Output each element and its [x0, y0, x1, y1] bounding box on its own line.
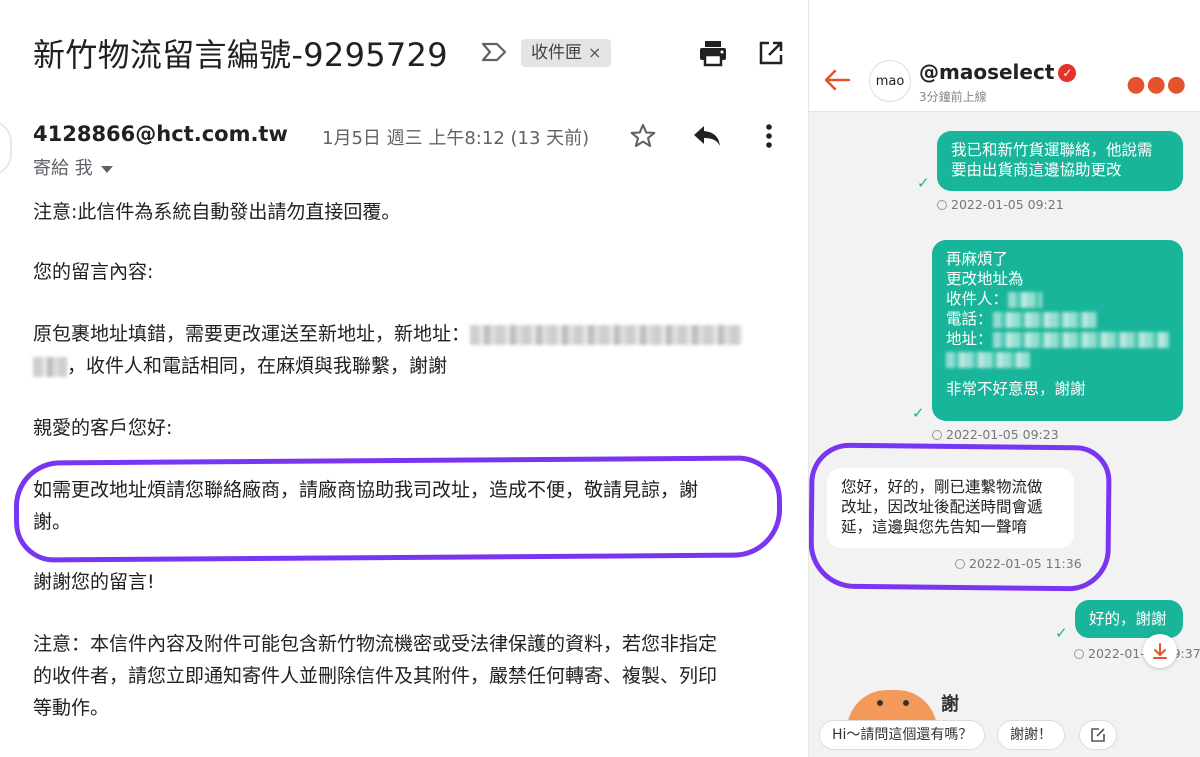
- redacted-name: [1008, 291, 1043, 308]
- sender-avatar-edge: [0, 120, 12, 176]
- email-body-heading: 您的留言內容:: [33, 261, 154, 283]
- field-label: 地址：: [946, 330, 993, 348]
- redacted-address-end: [33, 356, 67, 377]
- email-body-thanks: 謝謝您的留言!: [33, 571, 155, 593]
- clock-icon: [937, 200, 947, 210]
- timestamp-text: 2022-01-05 09:23: [946, 427, 1059, 442]
- email-body-notice: 注意:此信件為系統自動發出請勿直接回覆。: [33, 201, 401, 223]
- field-label: 電話：: [946, 310, 993, 328]
- highlight-annotation: [809, 442, 1112, 592]
- avatar[interactable]: mao: [869, 60, 911, 102]
- field-label: 收件人：: [946, 290, 1009, 308]
- chat-handle[interactable]: @maoselect ✓: [919, 60, 1077, 84]
- email-body-greeting: 親愛的客戶您好:: [33, 417, 173, 439]
- clock-icon: [1074, 649, 1084, 659]
- redacted-phone: [992, 311, 1097, 328]
- sticker-eye: [903, 700, 909, 706]
- timestamp-text: 2022-01-05 09:21: [951, 197, 1064, 212]
- more-vert-icon[interactable]: [756, 120, 782, 152]
- chevron-down-icon: [100, 165, 113, 173]
- edit-icon: [1091, 728, 1105, 742]
- message-line: [946, 349, 1169, 369]
- email-body-message-line2: ，收件人和電話相同，在麻煩與我聯繫，謝謝: [33, 350, 447, 382]
- message-text: ，收件人和電話相同，在麻煩與我聯繫，謝謝: [67, 355, 448, 377]
- message-line: 再麻煩了: [946, 250, 1009, 268]
- back-arrow-icon[interactable]: [823, 68, 851, 92]
- message-line: 地址：: [946, 329, 1169, 349]
- read-check-icon: ✓: [1055, 624, 1068, 642]
- quick-reply-thanks[interactable]: 謝謝！: [997, 720, 1065, 750]
- edit-quick-reply-button[interactable]: [1079, 720, 1117, 750]
- open-in-new-icon[interactable]: [756, 38, 786, 68]
- email-subject: 新竹物流留言編號-9295729: [33, 36, 448, 74]
- star-icon[interactable]: [627, 120, 659, 152]
- online-status: 3分鐘前上線: [919, 90, 987, 104]
- recipient-toggle[interactable]: 寄給 我: [33, 154, 113, 180]
- scroll-down-button[interactable]: [1143, 634, 1177, 668]
- verified-badge-icon: ✓: [1058, 64, 1077, 82]
- handle-text: @maoselect: [919, 60, 1055, 84]
- message-line: 要由出貨商這邊協助更改: [951, 161, 1122, 179]
- clock-icon: [932, 430, 942, 440]
- inbox-label-chip[interactable]: 收件匣 ×: [521, 39, 612, 67]
- message-bubble-outgoing[interactable]: 好的，謝謝: [1075, 600, 1183, 638]
- label-arrow-icon[interactable]: [480, 40, 508, 64]
- redacted-address: [470, 324, 743, 345]
- message-timestamp: 2022-01-05 09:21: [937, 197, 1064, 212]
- message-line: 好的，謝謝: [1089, 610, 1167, 628]
- reply-icon[interactable]: [690, 120, 724, 152]
- chat-header: mao @maoselect ✓ 3分鐘前上線 ●●●: [809, 0, 1200, 112]
- message-line: 收件人：: [946, 289, 1169, 309]
- quick-reply-bar: Hi～請問這個還有嗎？ 謝謝！: [809, 712, 1200, 757]
- inbox-label-text: 收件匣: [531, 43, 582, 63]
- highlight-annotation: [13, 455, 783, 563]
- message-timestamp: 2022-01-05 09:23: [932, 427, 1059, 442]
- message-line: 更改地址為: [946, 270, 1024, 288]
- email-body-message-line1: 原包裹地址填錯，需要更改運送至新地址，新地址：: [33, 318, 743, 350]
- email-body-disclaimer-line1: 注意：本信件內容及附件可能包含新竹物流機密或受法律保護的資料，若您非指定: [33, 633, 718, 655]
- sender-address: 4128866@hct.com.tw: [33, 122, 288, 146]
- email-date: 1月5日 週三 上午8:12 (13 天前): [322, 128, 590, 149]
- recipient-label: 寄給 我: [33, 158, 93, 179]
- read-check-icon: ✓: [917, 174, 930, 192]
- quick-reply-ask[interactable]: Hi～請問這個還有嗎？: [819, 720, 986, 750]
- email-panel: 新竹物流留言編號-9295729 收件匣 × 4128866@hct.com.tw…: [0, 0, 808, 757]
- message-timestamp: 2022-01-05 09:37: [1074, 646, 1200, 661]
- message-bubble-outgoing[interactable]: 我已和新竹貨運聯絡，他說需 要由出貨商這邊協助更改: [937, 131, 1183, 191]
- email-body-disclaimer-line2: 的收件者，請您立即通知寄件人並刪除信件及其附件，嚴禁任何轉寄、複製、列印: [33, 665, 718, 687]
- email-body-disclaimer-line3: 等動作。: [33, 697, 110, 719]
- message-bubble-outgoing[interactable]: 再麻煩了 更改地址為 收件人： 電話： 地址： 非常不好意思，謝謝: [932, 240, 1183, 421]
- message-text: 原包裹地址填錯，需要更改運送至新地址，新地址：: [33, 323, 471, 345]
- redacted-address: [946, 351, 1030, 368]
- message-line: 我已和新竹貨運聯絡，他說需: [951, 141, 1153, 159]
- redacted-address: [992, 331, 1169, 348]
- sticker-eye: [877, 700, 883, 706]
- read-check-icon: ✓: [912, 404, 925, 422]
- message-line: 電話：: [946, 309, 1169, 329]
- remove-label-icon[interactable]: ×: [588, 43, 601, 62]
- print-icon[interactable]: [697, 38, 729, 68]
- arrow-down-icon: [1153, 643, 1167, 659]
- message-line: 非常不好意思，謝謝: [946, 380, 1086, 398]
- more-options-icon[interactable]: ●●●: [1126, 72, 1187, 97]
- chat-panel: mao @maoselect ✓ 3分鐘前上線 ●●● 我已和新竹貨運聯絡，他說需…: [808, 0, 1200, 757]
